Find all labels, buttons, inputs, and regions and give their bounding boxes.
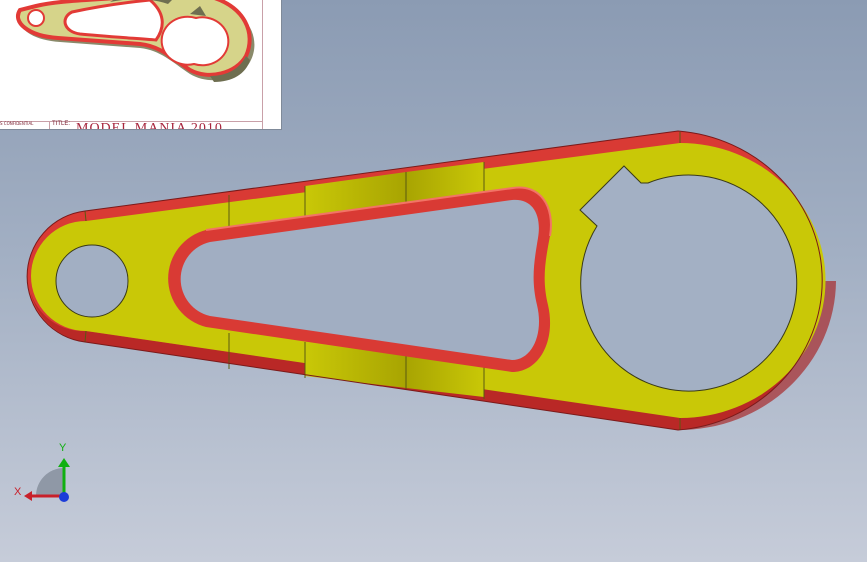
x-axis-head: [24, 491, 32, 501]
confidential-note: S CONFIDENTIAL: [0, 121, 34, 126]
pedal-hole: [55, 244, 129, 318]
x-axis-label: X: [14, 486, 22, 498]
sheet-frame-right: [262, 0, 263, 129]
triad-graphic: [24, 458, 70, 502]
title-block-divider: [49, 121, 50, 129]
triad-plane: [36, 468, 64, 496]
reference-triad[interactable]: Y X: [14, 440, 76, 510]
thumbnail-part-image: [16, 0, 255, 82]
y-axis-label: Y: [59, 442, 67, 454]
drawing-thumbnail[interactable]: S CONFIDENTIAL TITLE: MODEL MANIA 2010: [0, 0, 282, 130]
z-axis-dot: [59, 492, 69, 502]
title-block-label: TITLE:: [52, 121, 71, 127]
y-axis-head: [58, 458, 70, 467]
title-block-title: MODEL MANIA 2010: [76, 121, 223, 130]
graphics-viewport[interactable]: S CONFIDENTIAL TITLE: MODEL MANIA 2010 Y…: [0, 0, 867, 562]
